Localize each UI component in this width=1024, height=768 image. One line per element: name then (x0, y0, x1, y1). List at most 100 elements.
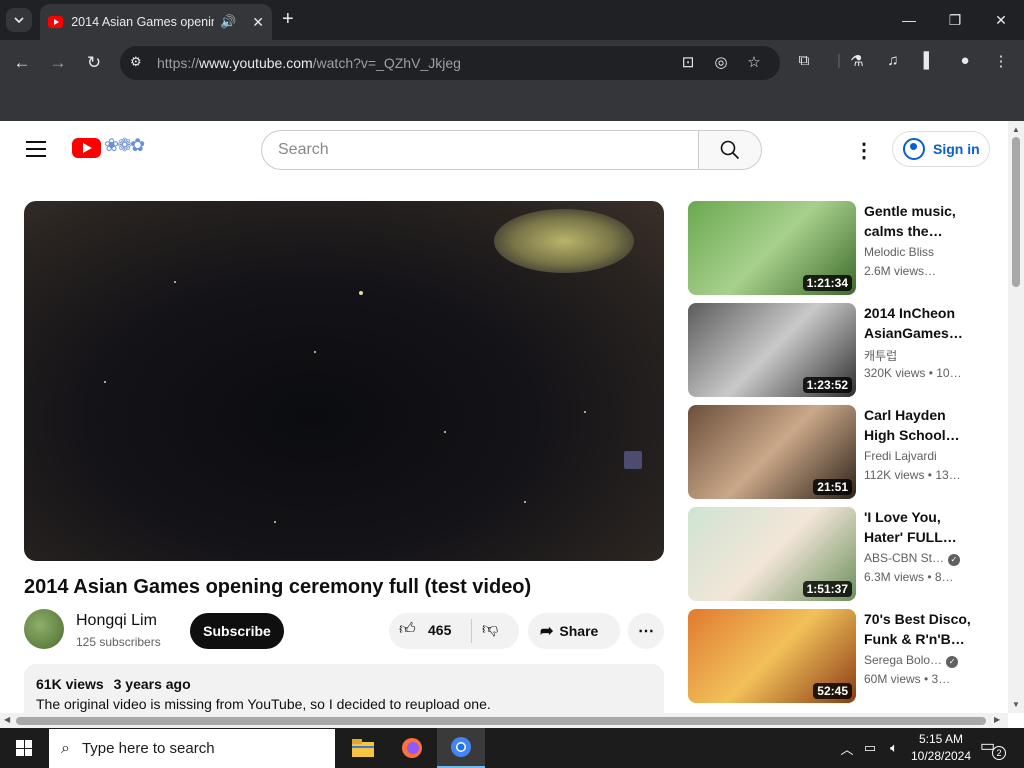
video-duration: 1:51:37 (802, 581, 852, 597)
tab-list-icon[interactable] (6, 8, 32, 32)
description-meta: 61K views 3 years ago (36, 676, 652, 692)
profile-icon[interactable]: ● (954, 52, 976, 69)
bookmark-star-icon[interactable]: ☆ (744, 53, 764, 71)
recommendation-title[interactable]: 70's Best Disco, Funk & R'n'B… (864, 609, 974, 649)
close-tab-icon[interactable]: ✕ (252, 14, 264, 31)
recommendation-thumbnail[interactable]: 21:51 (688, 405, 856, 499)
notifications-icon[interactable]: ▭ 2 (980, 736, 1006, 760)
site-info-icon[interactable]: ⚙ (130, 54, 142, 70)
verified-badge-icon: ✓ (946, 656, 959, 668)
recommendation-channel[interactable]: Melodic Bliss (864, 245, 974, 259)
notification-count: 2 (992, 746, 1006, 760)
chrome-icon[interactable] (437, 728, 485, 768)
recommendation-channel-name: Fredi Lajvardi (864, 449, 937, 463)
recommendation-channel[interactable]: Serega Bolo… ✓ (864, 653, 974, 668)
vertical-scrollbar[interactable]: ▲ ▼ (1008, 121, 1024, 713)
share-label: Share (559, 623, 599, 639)
video-title: 2014 Asian Games opening ceremony full (… (24, 576, 532, 598)
recommendation-item[interactable]: 1:51:37 'I Love You, Hater' FULL… ABS-CBN … (688, 507, 1004, 601)
scroll-up-icon[interactable]: ▲ (1012, 125, 1020, 134)
recommendation-item[interactable]: 52:45 70's Best Disco, Funk & R'n'B… Sereg… (688, 609, 1004, 703)
tracking-off-icon[interactable]: ◎ (711, 53, 731, 71)
channel-name[interactable]: Hongqi Lim (76, 612, 157, 630)
minimize-icon[interactable]: — (886, 0, 932, 40)
scroll-left-icon[interactable]: ◀ (4, 715, 10, 724)
settings-menu-icon[interactable]: ⋮ (854, 138, 874, 163)
video-frame-light (174, 281, 176, 283)
new-tab-icon[interactable]: + (282, 8, 302, 32)
like-dislike-group: 👍︎ 465 👎︎ (389, 613, 519, 649)
video-frame-light (359, 291, 363, 295)
restore-icon[interactable]: ❐ (932, 0, 978, 40)
browser-menu-icon[interactable]: ⋮ (990, 52, 1012, 70)
sign-in-button[interactable]: Sign in (892, 131, 990, 167)
recommendation-channel[interactable]: ABS-CBN St… ✓ (864, 551, 974, 566)
recommendation-channel-name: Melodic Bliss (864, 245, 935, 259)
scroll-down-icon[interactable]: ▼ (1012, 700, 1020, 709)
search-button[interactable] (698, 130, 762, 170)
media-control-icon[interactable]: ♫ (882, 52, 904, 69)
recommendation-item[interactable]: 1:21:34 Gentle music, calms the… Melodic B… (688, 201, 1004, 295)
recommendation-thumbnail[interactable]: 52:45 (688, 609, 856, 703)
more-actions-icon[interactable]: ⋯ (628, 613, 664, 649)
subscribe-button[interactable]: Subscribe (190, 613, 284, 649)
like-icon[interactable]: 👍︎ (399, 620, 416, 639)
close-window-icon[interactable]: ✕ (978, 0, 1024, 40)
recommendation-title[interactable]: 2014 InCheon AsianGames… (864, 303, 974, 343)
description-box[interactable]: 61K views 3 years ago The original video… (24, 664, 664, 713)
tab-active[interactable]: 2014 Asian Games opening ceremony full (… (40, 4, 272, 40)
recommendation-thumbnail[interactable]: 1:51:37 (688, 507, 856, 601)
logo-doodle-icon[interactable]: ❀❁✿ (104, 135, 145, 156)
extensions-icon[interactable]: ⧉ (793, 52, 815, 69)
youtube-page: ❀❁✿ Search ⋮ Sign in 2014 Asian Games op… (0, 121, 1008, 713)
reload-icon[interactable]: ↻ (81, 50, 107, 76)
labs-icon[interactable]: ⚗ (846, 52, 868, 70)
install-app-icon[interactable]: ⊡ (678, 53, 698, 71)
vertical-scroll-thumb[interactable] (1012, 137, 1020, 287)
account-icon (903, 138, 925, 160)
network-icon[interactable]: ▭ (860, 728, 880, 768)
side-panel-icon[interactable]: ▌ (918, 52, 940, 69)
recommendation-thumbnail[interactable]: 1:21:34 (688, 201, 856, 295)
recommendation-channel-name: ABS-CBN St… (864, 551, 945, 565)
share-icon: ➦ (540, 623, 554, 640)
forward-icon[interactable]: → (45, 50, 71, 76)
like-count[interactable]: 465 (428, 622, 451, 638)
youtube-logo-icon[interactable] (72, 138, 101, 158)
video-frame-light (584, 411, 586, 413)
recommendation-title[interactable]: Carl Hayden High School… (864, 405, 974, 445)
description-text: The original video is missing from YouTu… (36, 696, 491, 712)
search-input[interactable]: Search (261, 130, 699, 170)
recommendation-thumbnail[interactable]: 1:23:52 (688, 303, 856, 397)
recommendation-title[interactable]: Gentle music, calms the… (864, 201, 974, 241)
video-frame-light (444, 431, 446, 433)
verified-badge-icon: ✓ (948, 554, 961, 566)
tray-overflow-icon[interactable]: ︿ (838, 728, 856, 768)
back-icon[interactable]: ← (9, 50, 35, 76)
recommendation-channel[interactable]: 캐투럽 (864, 347, 974, 364)
dislike-icon[interactable]: 👎︎ (482, 620, 498, 639)
volume-muted-icon[interactable]: 🔈︎ (884, 728, 904, 768)
share-button[interactable]: ➦ Share (528, 613, 620, 649)
taskbar-search-placeholder: Type here to search (81, 740, 215, 757)
video-player[interactable] (24, 201, 664, 561)
recommendation-title[interactable]: 'I Love You, Hater' FULL… (864, 507, 974, 547)
recommendation-channel[interactable]: Fredi Lajvardi (864, 449, 974, 463)
speaker-icon[interactable]: 🔊 (220, 14, 236, 30)
horizontal-scroll-thumb[interactable] (16, 717, 986, 725)
guide-menu-icon[interactable] (26, 141, 46, 157)
video-frame-stadium (494, 209, 634, 273)
channel-avatar[interactable] (24, 609, 64, 649)
address-bar[interactable]: ⚙ https://www.youtube.com/watch?v=_QZhV_… (120, 46, 780, 80)
upload-age: 3 years ago (113, 676, 191, 692)
video-duration: 52:45 (813, 683, 852, 699)
scroll-right-icon[interactable]: ▶ (994, 715, 1000, 724)
start-button[interactable] (0, 728, 48, 768)
taskbar-clock[interactable]: 5:15 AM 10/28/2024 (906, 731, 976, 765)
recommendation-item[interactable]: 1:23:52 2014 InCheon AsianGames… 캐투럽 320K v… (688, 303, 1004, 397)
taskbar-search[interactable]: ⌕ Type here to search (49, 729, 335, 768)
file-explorer-icon[interactable] (339, 728, 387, 768)
horizontal-scrollbar[interactable]: ◀ ▶ (0, 713, 1008, 728)
firefox-icon[interactable] (388, 728, 436, 768)
recommendation-item[interactable]: 21:51 Carl Hayden High School… Fredi Lajva… (688, 405, 1004, 499)
